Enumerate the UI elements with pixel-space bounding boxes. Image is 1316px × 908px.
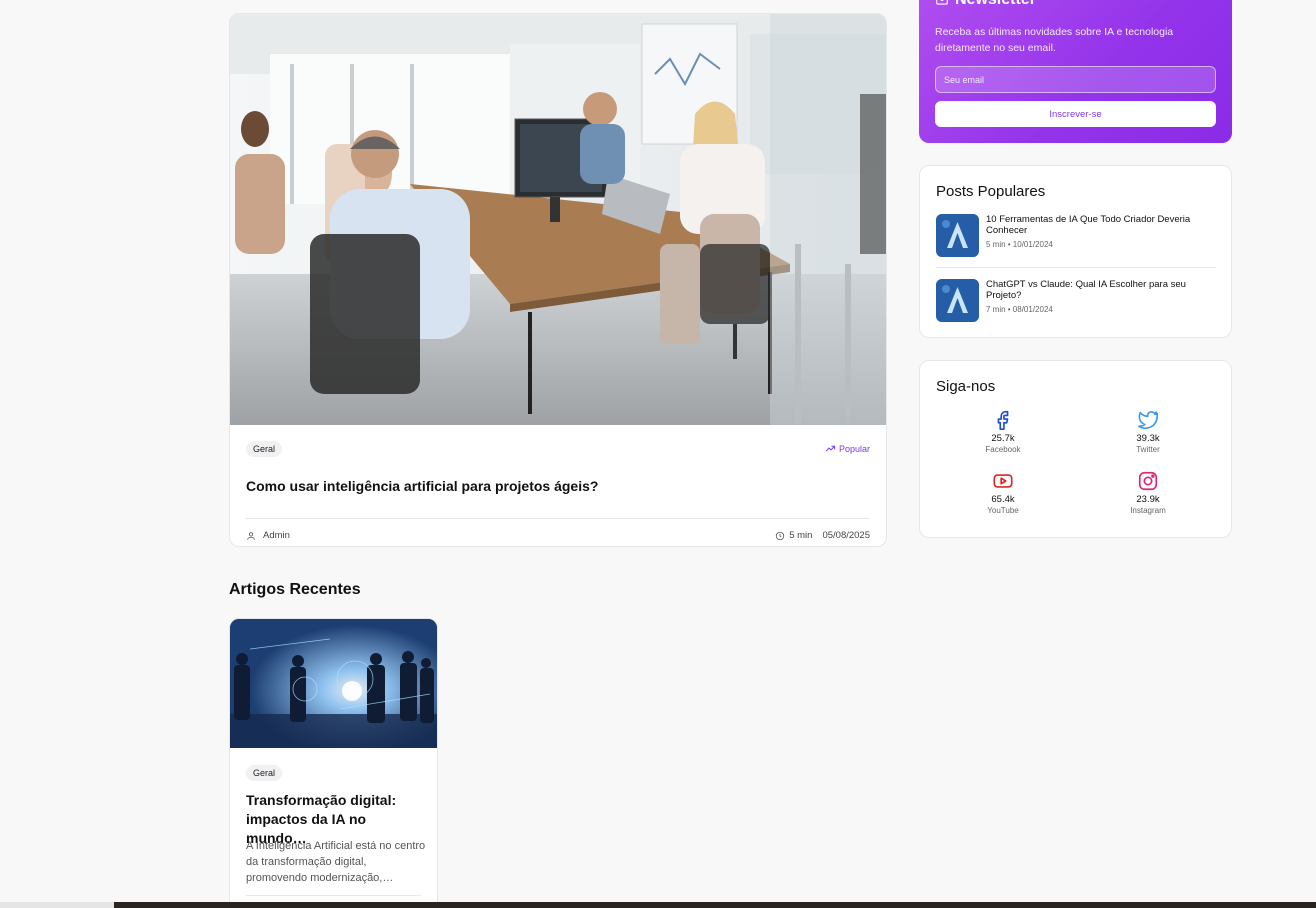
instagram-icon <box>1138 471 1158 491</box>
author-info: Admin <box>246 530 290 541</box>
popular-post-item[interactable]: 10 Ferramentas de IA Que Todo Criador De… <box>936 214 1216 258</box>
follow-us-card: Siga-nos 25.7k Facebook 39.3k Twitter 65… <box>919 360 1232 538</box>
post-thumbnail[interactable] <box>936 214 979 257</box>
network-name: Instagram <box>1130 506 1166 515</box>
popular-post-item[interactable]: ChatGPT vs Claude: Qual IA Escolher para… <box>936 279 1216 323</box>
network-name: YouTube <box>987 506 1019 515</box>
post-meta: 7 min • 08/01/2024 <box>986 305 1053 314</box>
page-bottom-strip <box>114 902 1316 908</box>
popular-badge: Popular <box>825 443 870 454</box>
newsletter-title: Newsletter <box>935 0 1036 9</box>
follow-us-title: Siga-nos <box>936 378 996 395</box>
read-time: 5 min <box>789 530 813 541</box>
newsletter-title-text: Newsletter <box>955 0 1036 9</box>
post-meta: 5 min • 10/01/2024 <box>986 240 1053 249</box>
post-title[interactable]: ChatGPT vs Claude: Qual IA Escolher para… <box>986 279 1211 301</box>
social-facebook[interactable]: 25.7k Facebook <box>943 409 1063 454</box>
category-tag[interactable]: Geral <box>246 765 283 781</box>
network-name: Facebook <box>985 445 1021 454</box>
recent-articles-title: Artigos Recentes <box>229 581 361 598</box>
divider <box>246 895 421 896</box>
post-title[interactable]: 10 Ferramentas de IA Que Todo Criador De… <box>986 214 1211 236</box>
taskbar-edge <box>0 902 114 908</box>
facebook-icon <box>997 410 1009 430</box>
featured-article-image[interactable] <box>230 14 886 425</box>
follower-count: 65.4k <box>991 494 1015 505</box>
category-tag[interactable]: Geral <box>246 441 283 457</box>
youtube-icon <box>993 474 1013 488</box>
social-youtube[interactable]: 65.4k YouTube <box>943 470 1063 515</box>
recent-article-image[interactable] <box>230 619 437 748</box>
popular-posts-card: Posts Populares 10 Ferramentas de IA Que… <box>919 165 1232 338</box>
popular-label: Popular <box>838 443 870 454</box>
newsletter-description: Receba as últimas novidades sobre IA e t… <box>935 26 1174 54</box>
trending-up-icon <box>825 445 836 452</box>
network-name: Twitter <box>1136 445 1160 454</box>
subscribe-button[interactable]: Inscrever-se <box>935 101 1216 127</box>
twitter-icon <box>1138 411 1159 430</box>
recent-article-card[interactable]: Geral Transformação digital: impactos da… <box>229 618 438 908</box>
mail-icon <box>936 0 948 5</box>
follower-count: 39.3k <box>1136 433 1160 444</box>
follower-count: 25.7k <box>991 433 1015 444</box>
follower-count: 23.9k <box>1136 494 1160 505</box>
user-icon <box>247 531 255 540</box>
recent-article-excerpt: A Inteligência Artificial está no centro… <box>246 840 426 884</box>
clock-icon <box>776 531 785 540</box>
article-meta: 5 min 05/08/2025 <box>775 530 870 541</box>
newsletter-box: Newsletter Receba as últimas novidades s… <box>919 0 1232 143</box>
divider <box>246 518 870 519</box>
email-field[interactable] <box>935 66 1216 93</box>
social-twitter[interactable]: 39.3k Twitter <box>1088 409 1208 454</box>
divider <box>936 267 1216 268</box>
social-instagram[interactable]: 23.9k Instagram <box>1088 470 1208 515</box>
author-name: Admin <box>263 530 290 541</box>
featured-article-title[interactable]: Como usar inteligência artificial para p… <box>246 478 598 494</box>
popular-posts-title: Posts Populares <box>936 183 1046 200</box>
post-thumbnail[interactable] <box>936 279 979 322</box>
featured-article-card[interactable]: Geral Popular Como usar inteligência art… <box>229 13 887 547</box>
publish-date: 05/08/2025 <box>822 530 870 541</box>
